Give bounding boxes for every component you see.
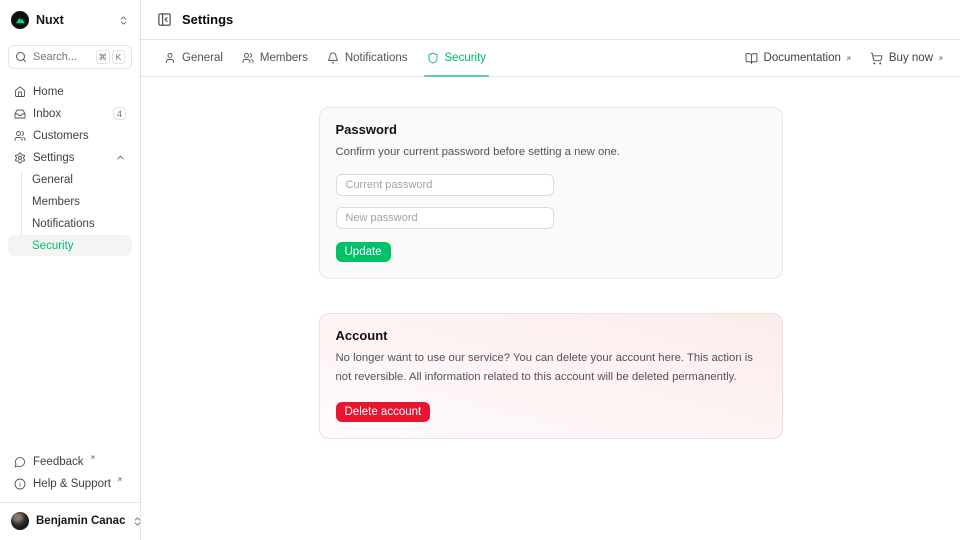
new-password-field[interactable] <box>336 207 554 229</box>
sidebar-item-label: Feedback <box>33 456 84 468</box>
sidebar: Nuxt Search... ⌘ K Home Inbox 4 <box>0 0 141 540</box>
kbd-meta: ⌘ <box>96 50 111 64</box>
tab-label: Members <box>260 52 308 64</box>
buy-now-button[interactable]: Buy now <box>870 52 944 65</box>
search-icon <box>15 51 27 63</box>
shopping-cart-icon <box>870 52 883 65</box>
sidebar-item-inbox[interactable]: Inbox 4 <box>8 103 132 124</box>
bell-icon <box>327 52 339 64</box>
sidebar-item-notifications[interactable]: Notifications <box>8 213 132 234</box>
workspace-selector[interactable]: Nuxt <box>8 8 132 32</box>
tab-members[interactable]: Members <box>235 40 315 76</box>
header-toolbar: Documentation Buy now <box>745 52 944 65</box>
sidebar-item-label: Home <box>33 86 64 98</box>
main-area: Settings General Members Notifications S… <box>141 0 960 540</box>
tab-notifications[interactable]: Notifications <box>320 40 415 76</box>
external-link-icon <box>845 55 852 62</box>
sidebar-spacer <box>8 256 132 439</box>
message-circle-icon <box>14 456 26 468</box>
search-shortcut: ⌘ K <box>96 50 126 64</box>
sidebar-item-customers[interactable]: Customers <box>8 125 132 146</box>
page-header: Settings <box>141 0 960 40</box>
account-card: Account No longer want to use our servic… <box>319 313 783 438</box>
tab-label: Security <box>445 52 487 64</box>
delete-account-button[interactable]: Delete account <box>336 402 431 422</box>
tab-security[interactable]: Security <box>420 40 494 76</box>
sidebar-item-members[interactable]: Members <box>8 191 132 212</box>
sub-item-label: Notifications <box>32 218 95 230</box>
user-menu[interactable]: Benjamin Canac <box>8 511 132 532</box>
tab-label: General <box>182 52 223 64</box>
home-icon <box>14 86 26 98</box>
buy-now-label: Buy now <box>889 52 933 64</box>
book-open-icon <box>745 52 758 65</box>
password-card-description: Confirm your current password before set… <box>336 143 766 162</box>
users-icon <box>242 52 254 64</box>
sidebar-divider <box>0 502 140 503</box>
sidebar-collapse-button[interactable] <box>157 12 172 27</box>
sidebar-item-label: Help & Support <box>33 478 111 490</box>
page-title: Settings <box>182 12 233 27</box>
nuxt-logo-icon <box>11 11 29 29</box>
info-circle-icon <box>14 478 26 490</box>
password-card-title: Password <box>336 122 766 137</box>
sidebar-item-label: Settings <box>33 152 75 164</box>
sidebar-footer-nav: Feedback Help & Support <box>8 451 132 494</box>
sub-item-label: Security <box>32 240 74 252</box>
current-password-field[interactable] <box>336 174 554 196</box>
sidebar-item-home[interactable]: Home <box>8 81 132 102</box>
kbd-k: K <box>112 50 125 64</box>
shield-icon <box>427 52 439 64</box>
sidebar-item-feedback[interactable]: Feedback <box>8 451 132 472</box>
users-icon <box>14 130 26 142</box>
external-link-icon <box>116 476 123 483</box>
workspace-name: Nuxt <box>36 13 64 27</box>
update-password-button[interactable]: Update <box>336 242 391 262</box>
external-link-icon <box>937 55 944 62</box>
account-card-title: Account <box>336 328 766 343</box>
panel-left-close-icon <box>157 12 172 27</box>
external-link-icon <box>89 454 96 461</box>
sub-item-label: General <box>32 174 73 186</box>
account-card-description: No longer want to use our service? You c… <box>336 349 766 387</box>
sidebar-item-security[interactable]: Security <box>8 235 132 256</box>
settings-tabbar: General Members Notifications Security D… <box>141 40 960 77</box>
chevron-up-icon <box>115 152 126 163</box>
avatar <box>11 512 29 530</box>
user-name: Benjamin Canac <box>36 515 125 527</box>
sidebar-item-help-support[interactable]: Help & Support <box>8 473 132 494</box>
sidebar-item-label: Inbox <box>33 108 61 120</box>
inbox-icon <box>14 108 26 120</box>
settings-submenu: General Members Notifications Security <box>8 169 132 256</box>
password-card: Password Confirm your current password b… <box>319 107 783 279</box>
sidebar-item-general[interactable]: General <box>8 169 132 190</box>
chevrons-up-down-icon <box>118 15 129 26</box>
gear-icon <box>14 152 26 164</box>
sidebar-item-label: Customers <box>33 130 89 142</box>
tab-general[interactable]: General <box>157 40 230 76</box>
inbox-count-badge: 4 <box>113 107 126 120</box>
tab-label: Notifications <box>345 52 408 64</box>
search-input[interactable]: Search... ⌘ K <box>8 45 132 69</box>
documentation-label: Documentation <box>764 52 841 64</box>
search-placeholder: Search... <box>33 51 77 63</box>
user-icon <box>164 52 176 64</box>
sub-item-label: Members <box>32 196 80 208</box>
security-panel: Password Confirm your current password b… <box>141 77 960 540</box>
sidebar-nav: Home Inbox 4 Customers Settings General … <box>8 81 132 256</box>
documentation-button[interactable]: Documentation <box>745 52 852 65</box>
sidebar-item-settings[interactable]: Settings <box>8 147 132 168</box>
app-window: Nuxt Search... ⌘ K Home Inbox 4 <box>0 0 960 540</box>
